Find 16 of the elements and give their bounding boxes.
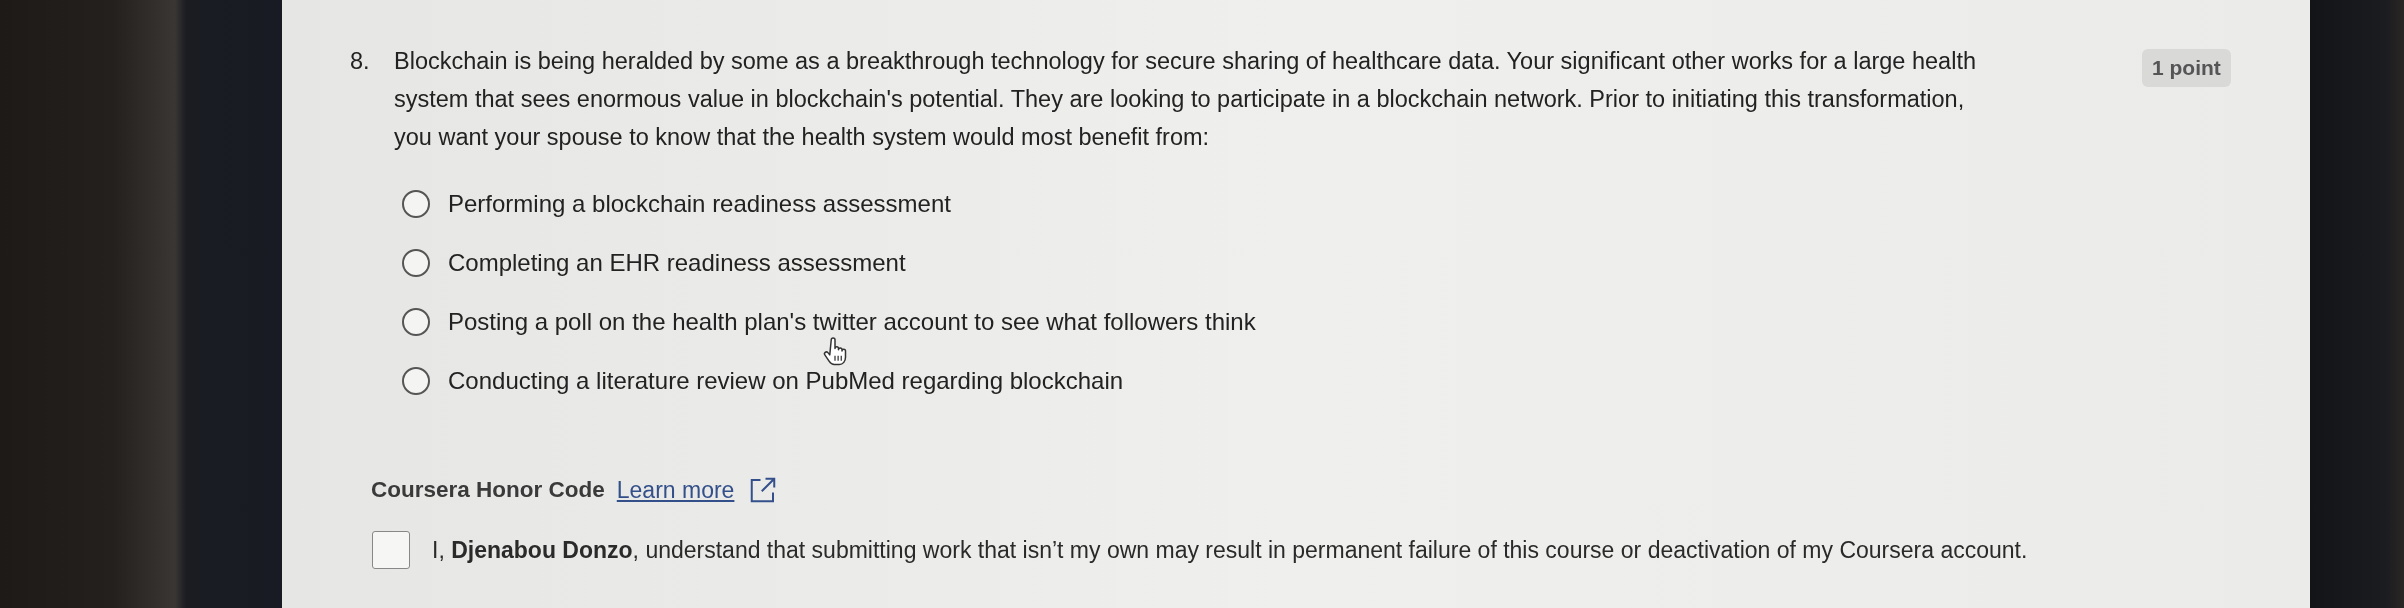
radio-button[interactable] — [402, 308, 430, 336]
points-badge: 1 point — [2142, 49, 2231, 87]
option-label[interactable]: Performing a blockchain readiness assessment — [448, 189, 951, 219]
radio-button[interactable] — [402, 190, 430, 218]
radio-button[interactable] — [402, 249, 430, 277]
honor-code-title: Coursera Honor Code — [371, 477, 605, 503]
option-label[interactable]: Completing an EHR readiness assessment — [448, 248, 906, 278]
radio-button[interactable] — [402, 367, 430, 395]
agreement-text: I, Djenabou Donzo, understand that submitting work that isn’t my own may result in permanent failure of this course or deactivation of my Coursera account. — [432, 536, 2028, 564]
option-label[interactable]: Conducting a literature review on PubMed regarding blockchain — [448, 366, 1124, 396]
option-label[interactable]: Posting a poll on the health plan's twitter account to see what followers think — [448, 307, 1256, 337]
learn-more-link[interactable]: Learn more — [616, 476, 735, 504]
question-text: Blockchain is being heralded by some as a breakthrough technology for secure sharing of healthcare data. Your significant other works for a large health system that sees enormous value in blockchain's potential. They are looking to participate in a blockchain network. Prior to initiating this transformation, you want your spouse to know that the health system would most benefit from: — [394, 47, 1977, 152]
agreement-checkbox[interactable] — [372, 531, 410, 569]
question-number: 8. — [350, 47, 371, 76]
hand-pointer-icon — [822, 337, 848, 367]
